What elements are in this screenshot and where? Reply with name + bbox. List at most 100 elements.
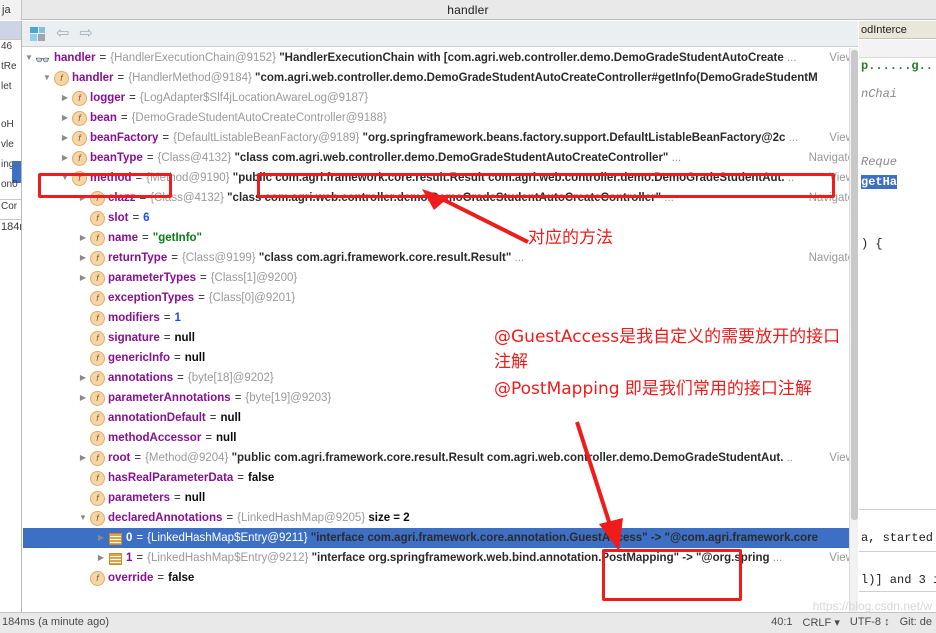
tree-row[interactable]: methodAccessor=null bbox=[23, 428, 858, 448]
tree-row-text: method = {Method@9190} "public com.agri.fr… bbox=[90, 168, 794, 188]
tree-row-ellipsis: ... bbox=[785, 132, 799, 144]
status-line-separator[interactable]: CRLF ▾ bbox=[803, 616, 840, 629]
tree-row[interactable]: parameterTypes ={Class[1]@9200} bbox=[23, 268, 858, 288]
field-icon bbox=[89, 251, 105, 266]
tree-row-key: genericInfo bbox=[108, 352, 170, 364]
field-icon bbox=[89, 571, 105, 586]
chevron-right-icon[interactable] bbox=[59, 108, 71, 128]
title-bar: ja handler bbox=[0, 0, 936, 20]
tree-row-equals: = bbox=[174, 492, 181, 504]
tree-row-equals: = bbox=[163, 312, 171, 324]
tree-row-value: "class com.agri.framework.core.result.Re… bbox=[258, 252, 512, 264]
tree-row-equals: = bbox=[171, 252, 178, 264]
tree-row[interactable]: root={Method@9204} "public com.agri.fram… bbox=[23, 448, 858, 468]
tree-row-key: beanType bbox=[90, 152, 143, 164]
tree-row[interactable]: declaredAnnotations={LinkedHashMap@9205}… bbox=[23, 508, 858, 528]
scrollbar-thumb[interactable] bbox=[851, 50, 858, 520]
tree-row-equals: = bbox=[226, 512, 234, 524]
chevron-right-icon[interactable] bbox=[77, 448, 89, 468]
tree-row-ellipsis: ... bbox=[769, 552, 783, 564]
chevron-right-icon[interactable] bbox=[77, 368, 89, 388]
tree-row[interactable]: logger={LogAdapter$Slf4jLocationAwareLog… bbox=[23, 88, 858, 108]
annotation-note-method: 对应的方法 bbox=[528, 228, 613, 248]
tree-row-key: declaredAnnotations bbox=[108, 512, 223, 524]
gutter-fragment: 46 bbox=[1, 41, 13, 52]
tree-row-ref: {Class@4132} bbox=[150, 192, 228, 204]
code-pane-divider bbox=[859, 509, 936, 510]
navigate-link[interactable]: Navigate bbox=[805, 188, 854, 208]
navigate-link[interactable]: Navigate bbox=[805, 248, 854, 268]
tree-row[interactable]: annotationDefault=null bbox=[23, 408, 858, 428]
field-icon bbox=[89, 511, 105, 526]
tree-row-value: "interface org.springframework.web.bind.… bbox=[311, 552, 770, 564]
chevron-down-icon[interactable] bbox=[59, 168, 71, 188]
tree-row[interactable]: handler={HandlerMethod@9184} "com.agri.w… bbox=[23, 68, 858, 88]
chevron-right-icon[interactable] bbox=[77, 268, 89, 288]
tree-row[interactable]: name="getInfo" bbox=[23, 228, 858, 248]
tree-row-key: slot bbox=[108, 212, 129, 224]
tree-row[interactable]: genericInfo=null bbox=[23, 348, 858, 368]
chevron-down-icon[interactable] bbox=[77, 508, 89, 528]
tree-row[interactable]: beanFactory={DefaultListableBeanFactory@… bbox=[23, 128, 858, 148]
tree-row-ref: {byte[19]@9203} bbox=[245, 392, 332, 404]
debug-toolbar: ⇦ ⇨ bbox=[22, 21, 858, 47]
tree-row-equals: = bbox=[136, 532, 144, 544]
tree-row-equals: = bbox=[146, 152, 154, 164]
chevron-right-icon[interactable] bbox=[59, 88, 71, 108]
tree-row-ellipsis: .. bbox=[784, 172, 795, 184]
tree-row[interactable]: handler={HandlerExecutionChain@9152} "Ha… bbox=[23, 48, 858, 70]
tree-row-ref: {LogAdapter$Slf4jLocationAwareLog@9187} bbox=[139, 92, 369, 104]
field-icon bbox=[71, 171, 87, 186]
tree-row[interactable]: hasRealParameterData=false bbox=[23, 468, 858, 488]
field-icon bbox=[89, 451, 105, 466]
back-arrow-icon[interactable]: ⇦ bbox=[56, 25, 69, 42]
tree-scrollbar[interactable] bbox=[849, 48, 858, 612]
tree-row[interactable]: override=false bbox=[23, 568, 858, 588]
code-editor-pane[interactable]: odInterce p......g.. nChai Reque getHa) {a,… bbox=[859, 21, 936, 612]
tree-row-key: override bbox=[108, 572, 154, 584]
chevron-right-icon[interactable] bbox=[95, 528, 107, 548]
tree-row-text: logger = {LogAdapter$Slf4jLocationAwareLog… bbox=[90, 88, 368, 108]
tree-row[interactable]: slot=6 bbox=[23, 208, 858, 228]
chevron-right-icon[interactable] bbox=[77, 188, 89, 208]
status-git-branch[interactable]: Git: de bbox=[900, 616, 932, 629]
chevron-down-icon[interactable] bbox=[41, 68, 53, 88]
tree-row-ref: {Class@9199} bbox=[181, 252, 259, 264]
tree-row[interactable]: beanType={Class@4132} "class com.agri.we… bbox=[23, 148, 858, 168]
tree-row[interactable]: returnType={Class@9199} "class com.agri.… bbox=[23, 248, 858, 268]
tree-row-value: null bbox=[184, 352, 206, 364]
tree-row-ref: {Class[0]@9201} bbox=[208, 292, 296, 304]
tree-row-ellipsis: ... bbox=[661, 192, 674, 204]
tree-row[interactable]: method={Method@9190} "public com.agri.fr… bbox=[23, 168, 858, 188]
tree-row-key: hasRealParameterData bbox=[108, 472, 234, 484]
tree-row-ref: {HandlerMethod@9184} bbox=[128, 72, 256, 84]
tree-row[interactable]: 1={LinkedHashMap$Entry@9212} "interface … bbox=[23, 548, 858, 568]
navigate-link[interactable]: Navigate bbox=[805, 148, 854, 168]
forward-arrow-icon[interactable]: ⇨ bbox=[79, 25, 92, 42]
annotation-note-line2: 注解 bbox=[494, 352, 528, 372]
status-caret-position[interactable]: 40:1 bbox=[771, 616, 792, 629]
debug-frame-icon[interactable] bbox=[30, 26, 46, 42]
tree-row[interactable]: parameters=null bbox=[23, 488, 858, 508]
tree-row[interactable]: clazz={Class@4132} "class com.agri.web.c… bbox=[23, 188, 858, 208]
chevron-right-icon[interactable] bbox=[59, 128, 71, 148]
code-line: getHa bbox=[861, 175, 898, 189]
chevron-right-icon[interactable] bbox=[77, 388, 89, 408]
chevron-right-icon[interactable] bbox=[77, 248, 89, 268]
status-encoding[interactable]: UTF-8 ↕ bbox=[850, 616, 890, 629]
chevron-right-icon[interactable] bbox=[95, 548, 107, 568]
tree-row[interactable]: bean={DemoGradeStudentAutoCreateControll… bbox=[23, 108, 858, 128]
tree-row-value: "public com.agri.framework.core.result.R… bbox=[232, 172, 785, 184]
tree-row-equals: = bbox=[237, 472, 245, 484]
tree-row[interactable]: exceptionTypes={Class[0]@9201} bbox=[23, 288, 858, 308]
code-line: a, started bbox=[861, 531, 934, 545]
tree-row-text: parameterTypes = {Class[1]@9200} bbox=[108, 268, 297, 288]
tree-row-key: beanFactory bbox=[90, 132, 159, 144]
tree-row-equals: = bbox=[135, 172, 143, 184]
chevron-right-icon[interactable] bbox=[77, 228, 89, 248]
tree-row[interactable]: 0={LinkedHashMap$Entry@9211} "interface … bbox=[23, 528, 858, 548]
tree-row-equals: = bbox=[132, 212, 140, 224]
chevron-right-icon[interactable] bbox=[59, 148, 71, 168]
annotation-note-line1: @GuestAccess是我自定义的需要放开的接口 bbox=[494, 327, 841, 347]
chevron-down-icon[interactable] bbox=[23, 48, 35, 68]
